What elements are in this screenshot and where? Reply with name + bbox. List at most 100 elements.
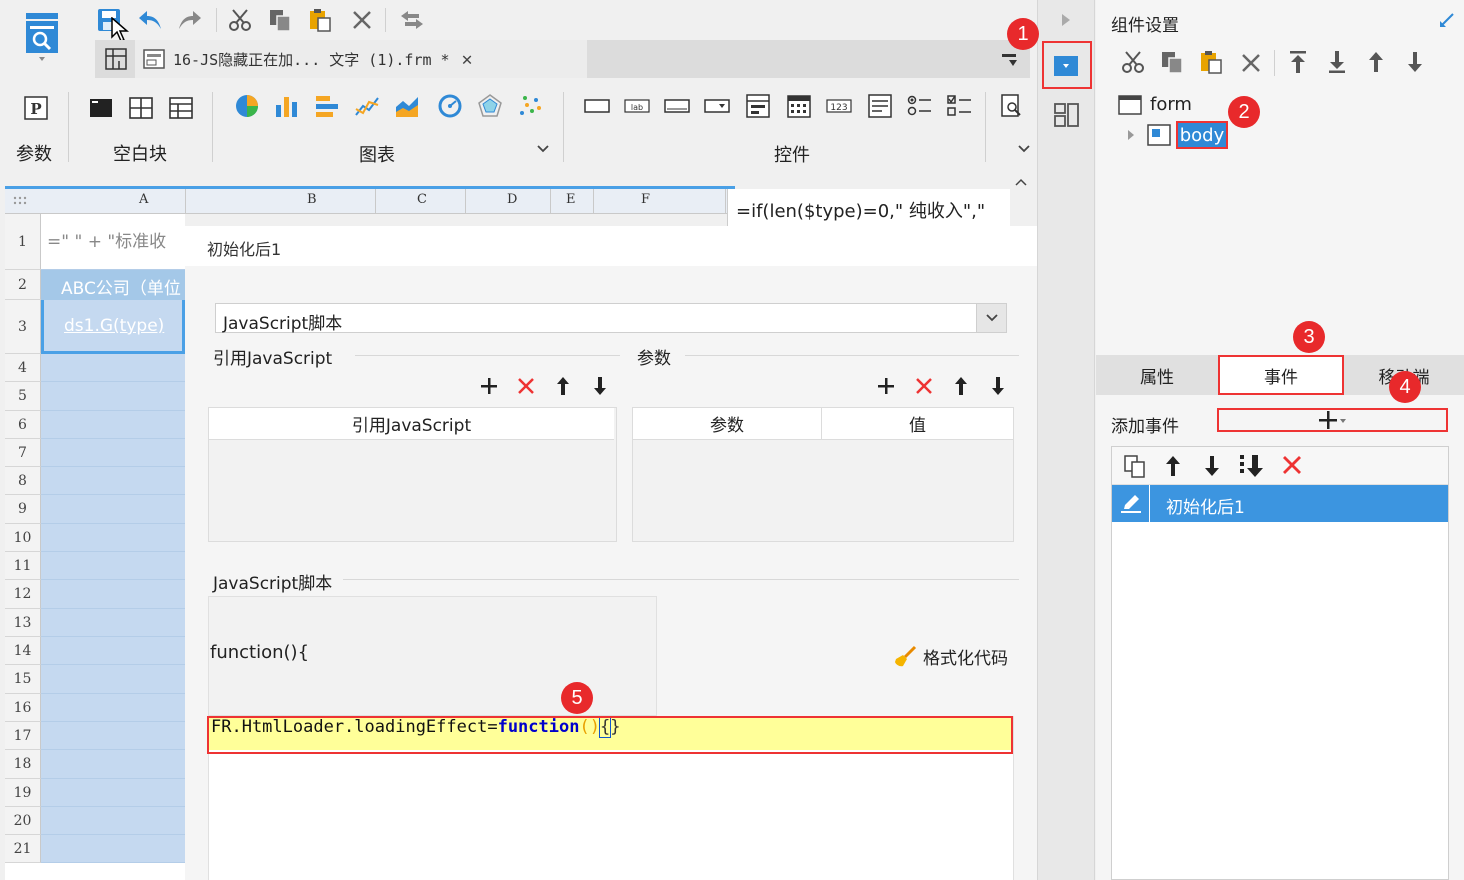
table-row[interactable]: =" " + "标准收 (41, 214, 185, 270)
radar-chart-icon[interactable] (476, 92, 504, 120)
tab-menu-icon[interactable] (1001, 52, 1019, 68)
event-move-up-icon[interactable] (1164, 454, 1182, 478)
checkbox-group-widget-icon[interactable] (946, 92, 974, 120)
event-row[interactable]: 初始化后1 (1112, 485, 1448, 522)
table-row[interactable] (41, 665, 185, 694)
remove-ref-js-icon[interactable] (514, 374, 538, 398)
table-row[interactable] (41, 354, 185, 382)
table-row[interactable] (41, 411, 185, 439)
collapse-panel-icon[interactable] (1439, 12, 1455, 28)
row-header[interactable]: 13 (5, 609, 41, 637)
button-widget-icon[interactable] (583, 92, 611, 120)
table-row[interactable] (41, 552, 185, 580)
table-row[interactable] (41, 722, 185, 750)
col-header-c[interactable]: C (417, 192, 427, 207)
row-header[interactable]: 11 (5, 552, 41, 580)
table-row[interactable] (41, 382, 185, 411)
redo-icon[interactable] (176, 6, 204, 34)
row-header[interactable]: 8 (5, 467, 41, 495)
row-header[interactable]: 16 (5, 694, 41, 722)
tree-item-form[interactable]: form (1118, 94, 1192, 115)
col-header-b[interactable]: B (307, 192, 317, 207)
row-header[interactable]: 19 (5, 779, 41, 807)
table-row[interactable]: ds1.G(type) (41, 300, 185, 354)
component-cut-icon[interactable] (1121, 50, 1145, 74)
table-row[interactable] (41, 609, 185, 637)
formula-bar[interactable]: =if(len($type)=0," 纯收入"," (727, 189, 1010, 226)
row-header[interactable]: 7 (5, 439, 41, 467)
close-tab-icon[interactable]: ✕ (462, 49, 473, 70)
scatter-chart-icon[interactable] (516, 92, 544, 120)
component-paste-icon[interactable] (1199, 50, 1223, 74)
row-header[interactable]: 3 (5, 300, 41, 354)
move-down-ref-js-icon[interactable] (588, 374, 612, 398)
add-event-button[interactable] (1217, 408, 1448, 432)
remove-param-icon[interactable] (912, 374, 936, 398)
calendar-widget-icon[interactable] (785, 92, 813, 120)
table-row[interactable] (41, 467, 185, 495)
tree-item-body[interactable]: body (1176, 121, 1228, 149)
param-column-header[interactable]: 参数 (633, 408, 822, 440)
component-delete-icon[interactable] (1240, 52, 1262, 74)
number-widget-icon[interactable]: 123 (825, 92, 853, 120)
row-header[interactable]: 4 (5, 354, 41, 382)
ref-js-table[interactable]: 引用JavaScript (208, 407, 617, 542)
script-type-select[interactable]: JavaScript脚本 (215, 303, 1007, 334)
swap-icon[interactable] (398, 6, 426, 34)
line-chart-icon[interactable] (353, 92, 381, 120)
event-move-bottom-icon[interactable] (1238, 453, 1266, 479)
row-header[interactable]: 20 (5, 807, 41, 835)
move-up-icon[interactable] (1367, 50, 1385, 74)
copy-icon[interactable] (266, 6, 294, 34)
undo-icon[interactable] (136, 6, 164, 34)
row-header[interactable]: 10 (5, 524, 41, 552)
move-up-ref-js-icon[interactable] (551, 374, 575, 398)
blank-block-grid-icon[interactable] (167, 94, 195, 122)
table-row[interactable] (41, 835, 185, 863)
chart-expand-chevron-icon[interactable] (536, 144, 550, 154)
tab-properties[interactable]: 属性 (1096, 355, 1218, 395)
textfield-widget-icon[interactable] (663, 92, 691, 120)
delete-icon[interactable] (348, 6, 376, 34)
table-row[interactable] (41, 524, 185, 552)
row-header[interactable]: 5 (5, 382, 41, 411)
cut-icon[interactable] (226, 6, 254, 34)
col-header-d[interactable]: D (507, 192, 517, 207)
params-table[interactable]: 参数 值 (632, 407, 1014, 542)
layout-panel-icon[interactable] (1054, 102, 1080, 128)
table-row[interactable] (41, 694, 185, 722)
move-down-icon[interactable] (1406, 50, 1424, 74)
row-header[interactable]: 6 (5, 411, 41, 439)
form-widget-icon[interactable] (744, 92, 772, 120)
formula-scroll-up-icon[interactable] (1014, 177, 1028, 187)
table-row[interactable] (41, 637, 185, 665)
row-header[interactable]: 17 (5, 722, 41, 750)
preview-search-icon[interactable] (998, 92, 1026, 120)
edit-pencil-icon[interactable] (1112, 485, 1150, 522)
col-header-a[interactable]: A (139, 192, 148, 207)
row-header[interactable]: 15 (5, 665, 41, 694)
file-tab[interactable]: 16-JS隐藏正在加... 文字 (1).frm * ✕ (135, 40, 587, 78)
blank-block-split-icon[interactable] (127, 94, 155, 122)
bar-chart-icon[interactable] (273, 92, 301, 120)
table-row[interactable] (41, 779, 185, 807)
ref-js-column-header[interactable]: 引用JavaScript (209, 408, 614, 440)
row-header[interactable]: 2 (5, 270, 41, 300)
row-header[interactable]: 21 (5, 835, 41, 863)
textarea-widget-icon[interactable] (866, 92, 894, 120)
combobox-widget-icon[interactable] (703, 92, 731, 120)
blank-block-solid-icon[interactable] (87, 94, 115, 122)
row-header[interactable]: 12 (5, 580, 41, 609)
move-down-param-icon[interactable] (986, 374, 1010, 398)
report-app-icon[interactable] (22, 12, 62, 62)
paste-icon[interactable] (306, 6, 334, 34)
format-code-button[interactable]: 格式化代码 (893, 644, 1008, 669)
radio-group-widget-icon[interactable] (906, 92, 934, 120)
table-row[interactable] (41, 750, 185, 779)
table-row[interactable] (41, 439, 185, 467)
widget-expand-chevron-icon[interactable] (1017, 144, 1031, 154)
tree-expand-icon[interactable] (1126, 128, 1136, 142)
row-header[interactable]: 1 (5, 214, 41, 270)
table-row[interactable] (41, 580, 185, 609)
row-header[interactable]: 18 (5, 750, 41, 779)
